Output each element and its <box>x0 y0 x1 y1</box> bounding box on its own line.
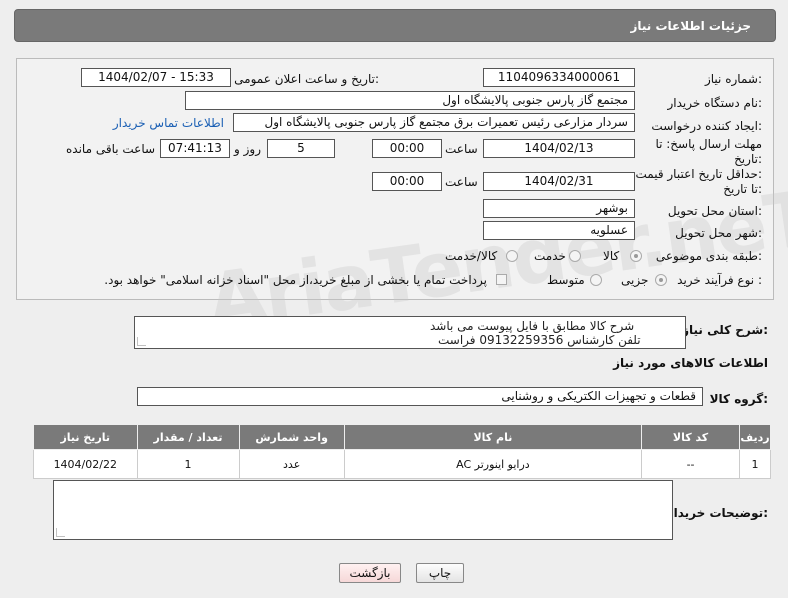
deadline-time-field: 00:00 <box>372 139 442 158</box>
price-validity-label-line1: حداقل تاریخ اعتبار قیمت: <box>635 167 762 181</box>
price-validity-label-line2: تا تاریخ: <box>723 182 762 196</box>
cell-row-number: 1 <box>739 449 771 479</box>
col-header-need-date: تاریخ نیاز <box>33 424 138 450</box>
col-header-row-number: ردیف <box>739 424 771 450</box>
category-radio-goods[interactable] <box>630 250 642 262</box>
purchase-type-radio-minor[interactable] <box>655 274 667 286</box>
deadline-reply-label: مهلت ارسال پاسخ: تا تاریخ: <box>655 137 762 166</box>
price-validity-label: حداقل تاریخ اعتبار قیمت: تا تاریخ: <box>635 167 762 196</box>
print-button[interactable]: چاپ <box>416 563 464 583</box>
general-desc-label: شرح کلی نیاز: <box>682 323 768 337</box>
col-header-unit: واحد شمارش <box>238 424 345 450</box>
resize-grip-icon[interactable] <box>56 528 65 537</box>
delivery-province-field: بوشهر <box>483 199 635 218</box>
need-number-label: شماره نیاز: <box>704 72 762 86</box>
purchase-type-option-minor: جزیی <box>621 273 649 287</box>
requester-label: ایجاد کننده درخواست: <box>651 119 762 133</box>
table-row: 1 -- درایو اینورتر AC عدد 1 1404/02/22 <box>33 449 771 479</box>
cell-name: درایو اینورتر AC <box>343 449 643 479</box>
back-button[interactable]: بازگشت <box>339 563 401 583</box>
deadline-days-label: روز و <box>234 142 261 156</box>
deadline-reply-label-line2: تاریخ: <box>734 152 762 166</box>
price-validity-time-label: ساعت <box>445 175 478 189</box>
deadline-date-field: 1404/02/13 <box>483 139 635 158</box>
need-number-field: 1104096334000061 <box>483 68 635 87</box>
deadline-reply-label-line1: مهلت ارسال پاسخ: تا <box>655 137 762 151</box>
treasury-payment-note: پرداخت تمام یا بخشی از مبلغ خرید،از محل … <box>104 273 487 287</box>
goods-table: ردیف کد کالا نام کالا واحد شمارش تعداد /… <box>33 424 771 479</box>
page-title: جزئیات اطلاعات نیاز <box>630 19 751 33</box>
general-desc-line1: شرح کالا مطابق با فایل پیوست می باشد <box>430 319 635 333</box>
buyer-notes-textarea[interactable] <box>53 480 673 540</box>
category-option-goods-service: کالا/خدمت <box>445 249 498 263</box>
buyer-org-label: نام دستگاه خریدار: <box>667 96 763 110</box>
requester-field: سردار مزارعی رئیس تعمیرات برق مجتمع گاز … <box>233 113 635 132</box>
category-option-goods: کالا <box>603 249 620 263</box>
remaining-time-field: 07:41:13 <box>160 139 230 158</box>
buyer-contact-link[interactable]: اطلاعات تماس خریدار <box>113 116 224 130</box>
purchase-type-radio-medium[interactable] <box>590 274 602 286</box>
col-header-quantity: تعداد / مقدار <box>136 424 240 450</box>
announce-datetime-field: 1404/02/07 - 15:33 <box>81 68 231 87</box>
purchase-type-label: نوع فرآیند خرید : <box>677 273 762 287</box>
goods-group-label: گروه کالا: <box>709 392 768 406</box>
treasury-payment-checkbox[interactable] <box>496 274 507 285</box>
purchase-type-option-medium: متوسط <box>547 273 585 287</box>
goods-section-title: اطلاعات کالاهای مورد نیاز <box>613 356 768 370</box>
delivery-city-field: عسلویه <box>483 221 635 240</box>
delivery-city-label: شهر محل تحویل: <box>675 226 762 240</box>
category-radio-service[interactable] <box>569 250 581 262</box>
announce-datetime-label: تاریخ و ساعت اعلان عمومی: <box>234 72 379 86</box>
category-radio-goods-service[interactable] <box>506 250 518 262</box>
col-header-name: نام کالا <box>343 424 643 450</box>
buyer-org-field: مجتمع گاز پارس جنوبی پالایشگاه اول <box>185 91 635 110</box>
cell-code: -- <box>641 449 741 479</box>
page-header: جزئیات اطلاعات نیاز <box>14 9 776 42</box>
price-validity-time-field: 00:00 <box>372 172 442 191</box>
goods-group-field: قطعات و تجهیزات الکتریکی و روشنایی <box>137 387 703 406</box>
price-validity-date-field: 1404/02/31 <box>483 172 635 191</box>
deadline-time-label: ساعت <box>445 142 478 156</box>
cell-quantity: 1 <box>136 449 240 479</box>
category-option-service: خدمت <box>534 249 566 263</box>
col-header-code: کد کالا <box>641 424 741 450</box>
general-desc-line2: تلفن کارشناس 09132259356 فراست <box>438 333 641 347</box>
deadline-days-field: 5 <box>267 139 335 158</box>
cell-need-date: 1404/02/22 <box>33 449 138 479</box>
buyer-notes-label: توضیحات خریدار: <box>666 506 768 520</box>
cell-unit: عدد <box>238 449 345 479</box>
remaining-time-label: ساعت باقی مانده <box>66 142 156 156</box>
delivery-province-label: استان محل تحویل: <box>667 204 762 218</box>
category-label: طبقه بندی موضوعی: <box>655 249 762 263</box>
goods-table-header-row: ردیف کد کالا نام کالا واحد شمارش تعداد /… <box>33 424 771 450</box>
resize-grip-icon[interactable] <box>137 337 146 346</box>
